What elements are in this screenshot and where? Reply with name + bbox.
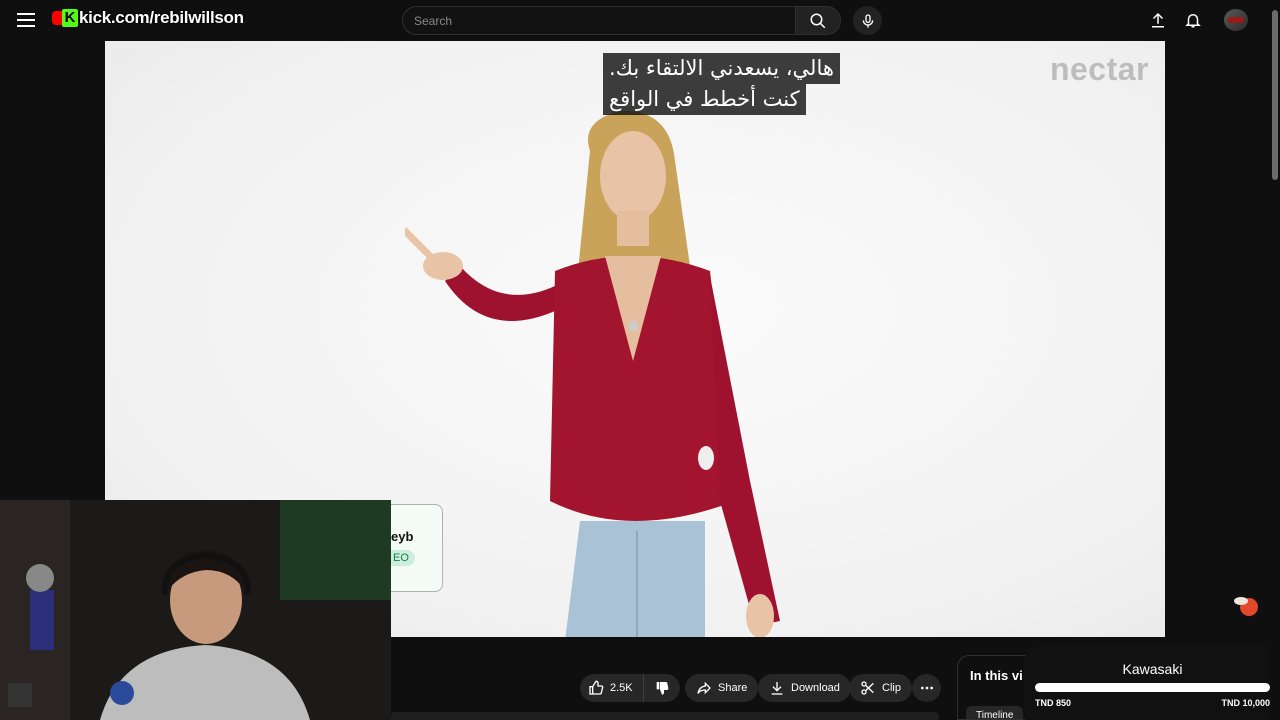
- download-icon: [771, 682, 783, 695]
- goal-title: Kawasaki: [1122, 661, 1183, 677]
- goal-max-label: TND 10,000: [1221, 698, 1270, 708]
- streamer-webcam: [0, 500, 391, 720]
- mic-icon: [862, 13, 873, 28]
- top-bar: K kick.com/rebilwillson: [0, 0, 1280, 41]
- account-avatar[interactable]: [1224, 9, 1248, 31]
- scrollbar-thumb[interactable]: [1272, 10, 1278, 180]
- search-box[interactable]: [402, 6, 796, 35]
- nectar-watermark: nectar: [1049, 51, 1149, 87]
- more-actions-button[interactable]: [912, 674, 941, 702]
- captions: هالي، يسعدني الالتقاء بك. كنت أخطط في ال…: [603, 53, 840, 115]
- kick-url-text: kick.com/rebilwillson: [79, 8, 245, 28]
- in-this-video-title: In this vi: [970, 668, 1023, 683]
- dislike-button[interactable]: [643, 674, 680, 702]
- scissors-icon: [861, 681, 874, 695]
- caption-line-2: كنت أخطط في الواقع: [603, 84, 806, 115]
- download-label: Download: [791, 682, 840, 694]
- search-icon: [810, 13, 826, 28]
- donation-goal-widget: Kawasaki TND 850 TND 10,000: [1025, 645, 1280, 720]
- kick-overlay-logo: K kick.com/rebilwillson: [52, 6, 245, 30]
- card-name: eyb: [391, 529, 414, 544]
- download-button[interactable]: Download: [758, 674, 851, 702]
- thumbs-up-icon: [589, 680, 604, 695]
- like-dislike-group: 2.5K: [580, 674, 680, 702]
- clip-label: Clip: [882, 682, 901, 694]
- share-label: Share: [718, 682, 748, 694]
- page-scrollbar[interactable]: [1270, 0, 1280, 720]
- like-count: 2.5K: [610, 682, 633, 694]
- share-button[interactable]: Share: [685, 674, 759, 702]
- share-icon: [697, 681, 711, 695]
- voice-search-button[interactable]: [853, 6, 882, 35]
- create-upload-button[interactable]: [1147, 9, 1169, 31]
- notifications-button[interactable]: [1182, 9, 1204, 31]
- kick-k-badge: K: [62, 9, 78, 27]
- like-button[interactable]: 2.5K: [580, 674, 644, 702]
- clip-button[interactable]: Clip: [849, 674, 912, 702]
- thumbs-down-icon: [656, 681, 669, 695]
- caption-line-1: هالي، يسعدني الالتقاء بك.: [603, 53, 840, 84]
- search-input[interactable]: [414, 13, 795, 28]
- upload-icon: [1152, 12, 1164, 28]
- video-frame-person: [405, 110, 780, 637]
- search-button[interactable]: [795, 6, 841, 35]
- menu-icon[interactable]: [14, 10, 38, 30]
- bell-icon: [1185, 14, 1201, 28]
- description-box-edge: [391, 712, 939, 720]
- goal-min-label: TND 850: [1035, 698, 1072, 708]
- more-horizontal-icon: [920, 686, 933, 690]
- tab-timeline[interactable]: Timeline: [966, 706, 1024, 719]
- kick-emote-icon: [1234, 597, 1258, 616]
- goal-progress-bar: [1035, 683, 1270, 692]
